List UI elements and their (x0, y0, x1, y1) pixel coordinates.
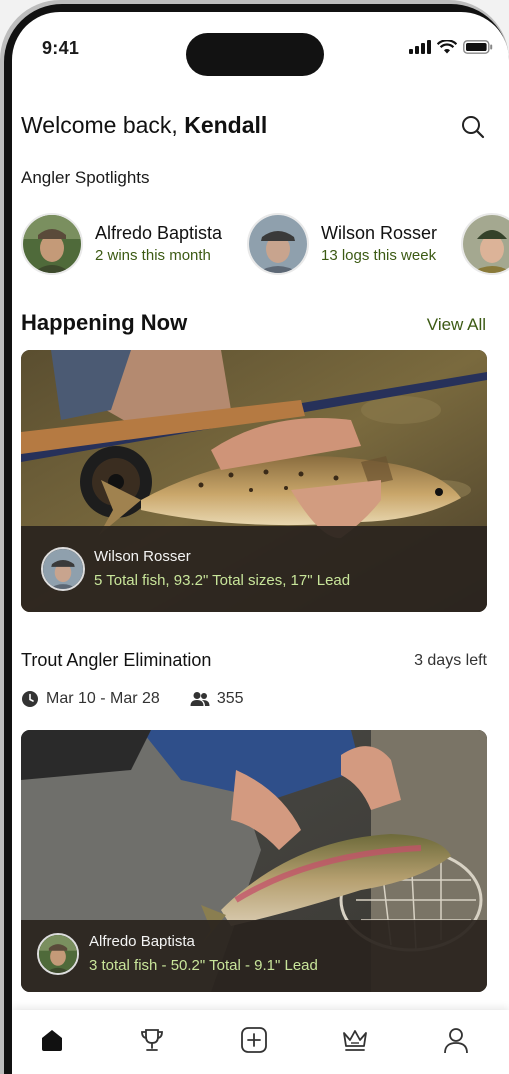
avatar (247, 213, 309, 275)
spotlight-subtitle: 2 wins this month (95, 247, 211, 264)
participant-count: 355 (216, 690, 244, 707)
wifi-icon (437, 40, 457, 54)
search-icon (462, 116, 485, 139)
users-icon (190, 692, 210, 706)
bottom-tab-bar (12, 1010, 509, 1074)
app-screen: 9:41 Welcome back, Kendall Angler Spotli… (12, 12, 509, 1074)
event-participants: 355 (190, 690, 244, 708)
search-button[interactable] (460, 114, 486, 140)
card-stats: 5 Total fish, 93.2" Total sizes, 17" Lea… (94, 572, 351, 589)
spotlight-item[interactable]: Alfredo Baptista 2 wins this month (21, 212, 222, 276)
happening-now-title: Happening Now (21, 310, 188, 335)
avatar (41, 547, 85, 591)
greeting-text: Welcome back, (21, 112, 178, 138)
card-angler-name: Wilson Rosser (94, 548, 191, 565)
catch-card[interactable]: Alfredo Baptista 3 total fish - 50.2" To… (21, 730, 487, 992)
status-icons (409, 40, 493, 54)
add-icon (241, 1027, 267, 1053)
event-time-left: 3 days left (414, 652, 487, 669)
status-time: 9:41 (42, 38, 80, 58)
event-date-range: Mar 10 - Mar 28 (46, 690, 160, 707)
signal-icon (409, 40, 431, 54)
status-bar: 9:41 (12, 12, 509, 76)
dynamic-island (186, 33, 324, 76)
event-title: Trout Angler Elimination (21, 650, 212, 670)
spotlights-carousel[interactable]: Alfredo Baptista 2 wins this month Wilso… (21, 212, 509, 278)
spotlight-item[interactable] (461, 212, 509, 276)
profile-icon (444, 1028, 468, 1054)
home-icon (42, 1030, 62, 1051)
tab-leaderboard[interactable] (335, 1020, 375, 1060)
tab-home[interactable] (32, 1020, 72, 1060)
spotlight-name: Wilson Rosser (321, 223, 438, 243)
battery-icon (463, 40, 493, 54)
tab-add[interactable] (234, 1020, 274, 1060)
clock-icon (22, 691, 38, 707)
trophy-icon (141, 1029, 163, 1051)
crown-icon (343, 1030, 367, 1051)
spotlights-title: Angler Spotlights (21, 168, 150, 187)
catch-card[interactable]: Wilson Rosser 5 Total fish, 93.2" Total … (21, 350, 487, 612)
tab-profile[interactable] (436, 1020, 476, 1060)
tab-tournaments[interactable] (132, 1020, 172, 1060)
avatar (21, 213, 83, 275)
card-info-bar: Alfredo Baptista 3 total fish - 50.2" To… (21, 920, 487, 992)
welcome-header: Welcome back, Kendall (21, 112, 267, 139)
event-meta: Mar 10 - Mar 28 355 (21, 690, 274, 708)
avatar (461, 213, 509, 275)
spotlight-name: Alfredo Baptista (95, 223, 223, 243)
card-angler-name: Alfredo Baptista (89, 933, 195, 950)
card-info-bar: Wilson Rosser 5 Total fish, 93.2" Total … (21, 526, 487, 612)
card-stats: 3 total fish - 50.2" Total - 9.1" Lead (89, 957, 318, 974)
event-dates: Mar 10 - Mar 28 (21, 690, 160, 708)
spotlight-subtitle: 13 logs this week (321, 247, 437, 264)
view-all-link[interactable]: View All (427, 315, 486, 335)
spotlight-item[interactable]: Wilson Rosser 13 logs this week (247, 212, 437, 276)
avatar (37, 933, 79, 975)
user-name: Kendall (184, 112, 268, 138)
